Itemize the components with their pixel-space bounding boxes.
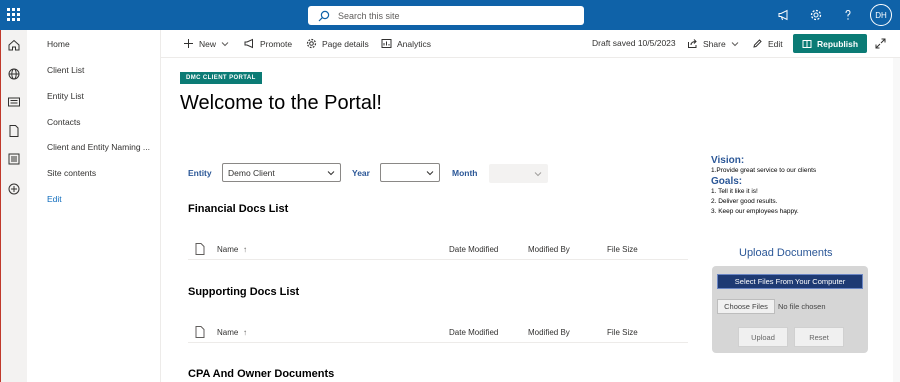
choose-files-button[interactable]: Choose Files xyxy=(717,299,775,314)
column-modified-by[interactable]: Modified By xyxy=(528,328,570,337)
column-name[interactable]: Name xyxy=(217,328,238,337)
help-icon[interactable] xyxy=(838,5,858,25)
chevron-down-icon xyxy=(731,41,739,46)
command-bar: New Promote Page details Analytics Draft… xyxy=(161,30,900,58)
new-button[interactable]: New xyxy=(183,38,229,49)
cpa-owner-docs-title: CPA And Owner Documents xyxy=(188,368,335,380)
nav-item-entity-list[interactable]: Entity List xyxy=(47,91,84,101)
book-icon xyxy=(802,39,812,48)
document-icon[interactable] xyxy=(7,124,21,138)
no-file-text: No file chosen xyxy=(778,302,826,311)
left-navigation: Home Client List Entity List Contacts Cl… xyxy=(27,30,161,382)
goal-item: 2. Deliver good results. xyxy=(711,198,778,205)
pencil-icon xyxy=(753,39,762,48)
home-icon[interactable] xyxy=(7,38,21,52)
upload-panel: Select Files From Your Computer Choose F… xyxy=(712,266,868,353)
upload-documents-title: Upload Documents xyxy=(739,247,833,259)
portal-badge: DMC CLIENT PORTAL xyxy=(180,72,262,84)
supporting-docs-title: Supporting Docs List xyxy=(188,286,300,298)
republish-button[interactable]: Republish xyxy=(793,34,867,53)
app-bar xyxy=(0,30,27,382)
search-placeholder: Search this site xyxy=(338,10,400,21)
megaphone-icon[interactable] xyxy=(774,5,794,25)
upload-button[interactable]: Upload xyxy=(738,327,788,347)
chevron-down-icon xyxy=(327,171,335,176)
chevron-down-icon xyxy=(426,171,434,176)
vision-goals-panel: Vision: 1.Provide great service to our c… xyxy=(711,155,871,217)
analytics-button[interactable]: Analytics xyxy=(381,38,431,49)
reset-button[interactable]: Reset xyxy=(794,327,844,347)
add-circle-icon[interactable] xyxy=(7,182,21,196)
news-icon[interactable] xyxy=(7,95,21,109)
chevron-down-icon xyxy=(221,41,229,46)
column-file-size[interactable]: File Size xyxy=(607,245,638,254)
lists-icon[interactable] xyxy=(7,152,21,166)
app-launcher-icon[interactable] xyxy=(7,8,21,22)
page-details-button[interactable]: Page details xyxy=(306,38,369,49)
page-title: Welcome to the Portal! xyxy=(180,92,382,114)
avatar[interactable]: DH xyxy=(870,4,892,26)
globe-icon[interactable] xyxy=(7,67,21,81)
scrollbar[interactable] xyxy=(893,58,900,382)
month-label: Month xyxy=(452,168,478,178)
column-file-size[interactable]: File Size xyxy=(607,328,638,337)
year-label: Year xyxy=(352,168,370,178)
search-icon xyxy=(318,10,330,21)
sort-arrow-icon[interactable]: ↑ xyxy=(243,245,247,254)
nav-item-client-list[interactable]: Client List xyxy=(47,65,84,75)
nav-item-site-contents[interactable]: Site contents xyxy=(47,168,96,178)
column-date-modified[interactable]: Date Modified xyxy=(449,328,498,337)
promote-button[interactable]: Promote xyxy=(244,38,292,49)
year-select[interactable] xyxy=(380,163,440,182)
settings-gear-icon[interactable] xyxy=(806,5,826,25)
sort-arrow-icon[interactable]: ↑ xyxy=(243,328,247,337)
draft-status: Draft saved 10/5/2023 xyxy=(592,38,676,48)
search-box[interactable]: Search this site xyxy=(308,6,584,25)
megaphone-icon xyxy=(244,38,253,49)
chevron-down-icon xyxy=(534,172,542,177)
file-type-icon xyxy=(195,326,205,338)
financial-docs-header: Name ↑ Date Modified Modified By File Si… xyxy=(188,240,688,260)
nav-item-contacts[interactable]: Contacts xyxy=(47,117,81,127)
vision-heading: Vision: xyxy=(711,155,745,166)
entity-label: Entity xyxy=(188,168,212,178)
share-button[interactable]: Share xyxy=(687,38,739,49)
gear-icon xyxy=(306,38,317,49)
nav-item-home[interactable]: Home xyxy=(47,39,70,49)
goals-heading: Goals: xyxy=(711,176,743,187)
column-name[interactable]: Name xyxy=(217,245,238,254)
goal-item: 1. Tell it like it is! xyxy=(711,188,758,195)
nav-edit-link[interactable]: Edit xyxy=(47,194,62,204)
file-type-icon xyxy=(195,243,205,255)
expand-icon[interactable] xyxy=(875,38,886,49)
select-files-button[interactable]: Select Files From Your Computer xyxy=(717,274,863,289)
supporting-docs-header: Name ↑ Date Modified Modified By File Si… xyxy=(188,323,688,343)
analytics-icon xyxy=(381,39,392,48)
vision-text: 1.Provide great service to our clients xyxy=(711,167,817,174)
suite-bar: Search this site DH xyxy=(0,0,900,30)
entity-select[interactable]: Demo Client xyxy=(222,163,341,182)
share-icon xyxy=(688,39,697,48)
financial-docs-title: Financial Docs List xyxy=(188,203,289,215)
edit-button[interactable]: Edit xyxy=(752,38,783,49)
column-date-modified[interactable]: Date Modified xyxy=(449,245,498,254)
column-modified-by[interactable]: Modified By xyxy=(528,245,570,254)
nav-item-client-entity-naming[interactable]: Client and Entity Naming ... xyxy=(47,142,150,152)
month-select[interactable] xyxy=(489,164,548,183)
goal-item: 3. Keep our employees happy. xyxy=(711,208,799,215)
plus-icon xyxy=(184,39,193,48)
